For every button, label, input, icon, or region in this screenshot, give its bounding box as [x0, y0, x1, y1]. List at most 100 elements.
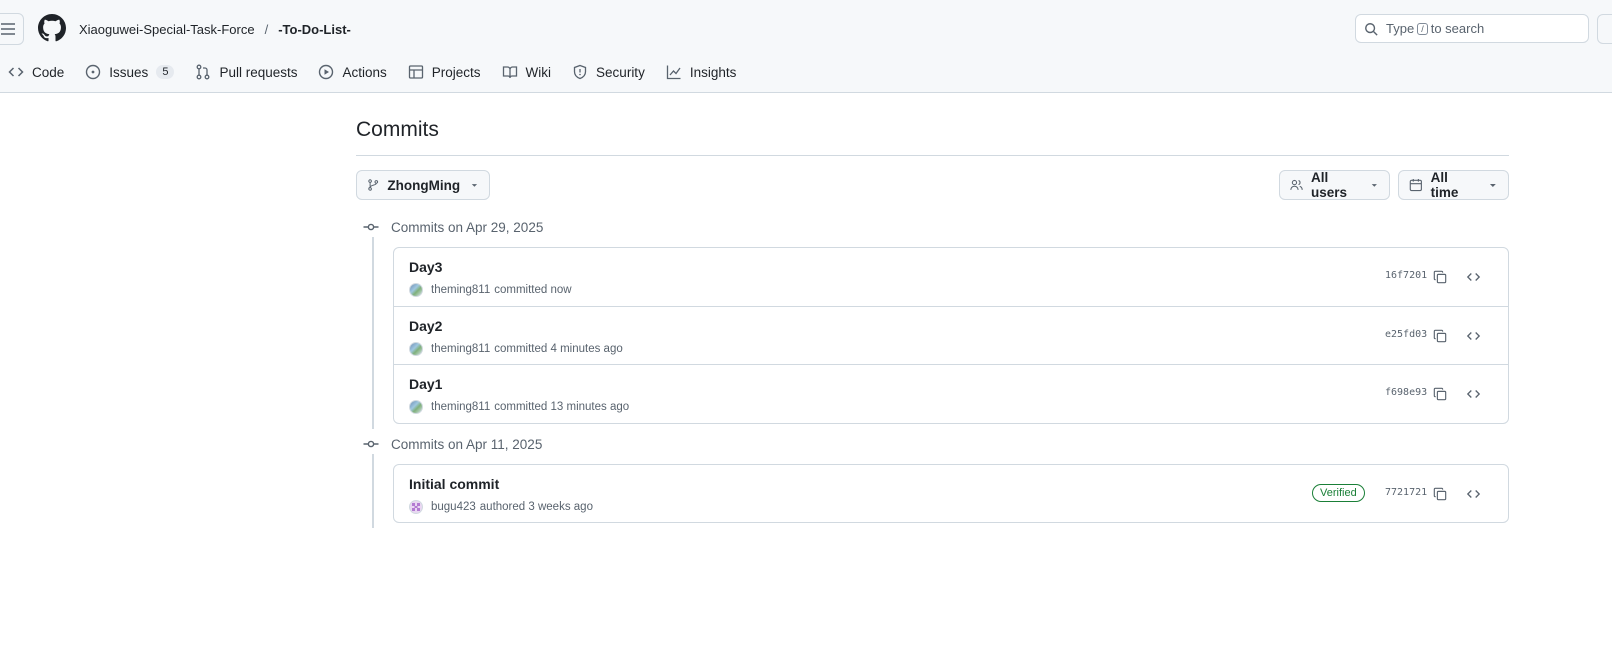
- people-icon: [1290, 179, 1303, 190]
- search-placeholder-suffix: to search: [1430, 21, 1485, 36]
- commit-author-link[interactable]: theming811: [431, 284, 490, 296]
- copilot-button[interactable]: [1597, 14, 1612, 44]
- calendar-icon: [1409, 179, 1422, 192]
- shield-icon: [573, 64, 587, 80]
- copy-icon: [1433, 329, 1447, 343]
- browse-repo-button[interactable]: [1464, 327, 1482, 345]
- commit-action: committed: [494, 284, 548, 296]
- tab-wiki[interactable]: Wiki: [494, 58, 560, 86]
- code-icon: [1466, 390, 1480, 398]
- hamburger-icon: [1, 23, 15, 35]
- tab-label: Issues: [109, 64, 149, 80]
- commit-row: Day3 theming811 committed now 16f7201: [394, 248, 1508, 306]
- copy-sha-button[interactable]: [1431, 327, 1449, 345]
- commit-group-date: Commits on Apr 11, 2025: [391, 436, 543, 452]
- graph-icon: [666, 65, 681, 80]
- commit-row: Day2 theming811 committed 4 minutes ago …: [394, 306, 1508, 364]
- commit-time: 13 minutes ago: [550, 401, 630, 413]
- issue-opened-icon: [86, 64, 101, 80]
- tab-label: Wiki: [525, 64, 552, 80]
- users-filter-button[interactable]: All users: [1279, 170, 1390, 200]
- avatar[interactable]: [409, 342, 423, 356]
- commit-message-link[interactable]: Day3: [409, 259, 442, 275]
- breadcrumb-separator: /: [264, 21, 269, 37]
- commit-sha-link[interactable]: 7721721: [1385, 487, 1427, 498]
- issues-count-badge: 5: [156, 65, 175, 79]
- commit-time: 3 weeks ago: [528, 501, 593, 513]
- commit-meta: theming811 committed 4 minutes ago: [409, 342, 623, 356]
- commit-group-date: Commits on Apr 29, 2025: [391, 219, 544, 235]
- commit-action: committed: [494, 401, 548, 413]
- code-icon: [1466, 273, 1480, 281]
- tab-label: Pull requests: [219, 64, 298, 80]
- code-icon: [1466, 490, 1480, 498]
- table-icon: [408, 65, 423, 79]
- commit-list: Initial commit bugu423 authored 3 weeks …: [393, 464, 1509, 523]
- browse-repo-button[interactable]: [1464, 385, 1482, 403]
- copy-sha-button[interactable]: [1431, 485, 1449, 503]
- timeline-line: [372, 454, 374, 528]
- github-logo-icon[interactable]: [38, 14, 66, 42]
- search-icon: [1365, 22, 1378, 36]
- git-pull-request-icon: [196, 64, 210, 80]
- copy-icon: [1433, 270, 1447, 284]
- commit-sha-link[interactable]: 16f7201: [1385, 270, 1427, 281]
- commit-list: Day3 theming811 committed now 16f7201 Da…: [393, 247, 1509, 424]
- git-commit-icon: [363, 440, 379, 448]
- time-filter-button[interactable]: All time: [1398, 170, 1509, 200]
- copy-sha-button[interactable]: [1431, 268, 1449, 286]
- book-icon: [502, 66, 517, 79]
- repo-owner-link[interactable]: Xiaoguwei-Special-Task-Force: [79, 22, 255, 37]
- tab-label: Code: [32, 64, 65, 80]
- browse-repo-button[interactable]: [1464, 268, 1482, 286]
- commit-time: 4 minutes ago: [550, 343, 623, 355]
- menu-button[interactable]: [0, 13, 24, 45]
- identicon-icon: [412, 503, 420, 511]
- copy-icon: [1433, 387, 1447, 401]
- users-filter-label: All users: [1310, 170, 1348, 200]
- repo-name-link[interactable]: -To-Do-List-: [278, 22, 351, 37]
- commit-message-link[interactable]: Initial commit: [409, 476, 499, 492]
- git-commit-icon: [363, 223, 379, 231]
- commit-author-link[interactable]: bugu423: [431, 501, 476, 513]
- breadcrumb: Xiaoguwei-Special-Task-Force / -To-Do-Li…: [79, 20, 351, 38]
- code-icon: [8, 67, 24, 77]
- tab-issues[interactable]: Issues 5: [77, 58, 182, 86]
- triangle-down-icon: [1490, 184, 1497, 187]
- branch-select-button[interactable]: ZhongMing: [356, 170, 490, 200]
- code-icon: [1466, 332, 1480, 340]
- tab-security[interactable]: Security: [564, 58, 653, 86]
- commit-sha-link[interactable]: f698e93: [1385, 387, 1427, 398]
- commit-action: authored: [479, 501, 526, 513]
- avatar[interactable]: [409, 283, 423, 297]
- triangle-down-icon: [471, 184, 478, 187]
- avatar[interactable]: [409, 500, 423, 514]
- search-shortcut-key: /: [1417, 22, 1428, 35]
- tab-code[interactable]: Code: [0, 58, 72, 86]
- commit-meta: theming811 committed 13 minutes ago: [409, 400, 629, 414]
- tab-label: Security: [596, 64, 645, 80]
- commit-message-link[interactable]: Day1: [409, 376, 442, 392]
- repo-tabs: Code Issues 5 Pull requests Actions Proj…: [0, 58, 749, 86]
- tab-projects[interactable]: Projects: [400, 58, 489, 86]
- repo-header: Xiaoguwei-Special-Task-Force / -To-Do-Li…: [0, 0, 1612, 93]
- tab-pull-requests[interactable]: Pull requests: [187, 58, 305, 86]
- browse-repo-button[interactable]: [1464, 485, 1482, 503]
- tab-label: Insights: [689, 64, 737, 80]
- timeline-line: [372, 237, 374, 429]
- commit-author-link[interactable]: theming811: [431, 401, 490, 413]
- git-branch-icon: [368, 179, 379, 191]
- tab-label: Projects: [431, 64, 481, 80]
- commit-message-link[interactable]: Day2: [409, 318, 442, 334]
- tab-actions[interactable]: Actions: [310, 58, 394, 86]
- commit-author-link[interactable]: theming811: [431, 343, 490, 355]
- commit-time: now: [550, 284, 572, 296]
- avatar[interactable]: [409, 400, 423, 414]
- tab-insights[interactable]: Insights: [658, 58, 745, 86]
- verified-badge[interactable]: Verified: [1312, 484, 1365, 502]
- search-input[interactable]: Type / to search: [1355, 14, 1589, 43]
- copy-sha-button[interactable]: [1431, 385, 1449, 403]
- commit-sha-link[interactable]: e25fd03: [1385, 329, 1427, 340]
- tab-label: Actions: [342, 64, 387, 80]
- branch-name: ZhongMing: [387, 177, 461, 193]
